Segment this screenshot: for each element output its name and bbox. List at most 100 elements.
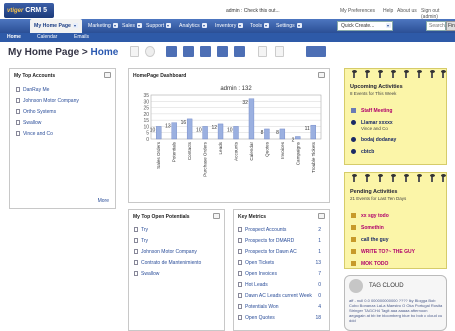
back-icon[interactable] — [130, 46, 139, 57]
tab-label: Settings — [276, 23, 295, 29]
quick-create-select[interactable]: Quick Create... — [337, 21, 393, 31]
metric-value: 2 — [318, 227, 321, 233]
chat-icon[interactable] — [234, 46, 245, 57]
import-icon[interactable] — [258, 46, 267, 57]
calculator-icon[interactable] — [200, 46, 211, 57]
document-icon — [134, 227, 138, 233]
metric-row[interactable]: Hot Leads — [238, 282, 268, 288]
panel-subtitle: 21 Events for Last Ten Days — [350, 196, 407, 201]
help-link[interactable]: Help — [383, 8, 393, 14]
event-title[interactable]: cbtcb — [361, 149, 374, 155]
panel-options-icon[interactable] — [318, 72, 325, 78]
metric-label: Dawn AC Leads current Week — [245, 293, 312, 299]
search-input[interactable]: Search... — [426, 21, 449, 31]
panel-options-icon[interactable] — [318, 213, 325, 219]
my-preferences-link[interactable]: My Preferences — [340, 8, 375, 14]
task-title[interactable]: xx sgy todo — [361, 213, 389, 219]
metric-row[interactable]: Open Quotes — [238, 315, 275, 321]
tab-settings[interactable]: Settings — [272, 19, 306, 33]
calendar-icon[interactable] — [166, 46, 177, 57]
mail-icon[interactable] — [217, 46, 228, 57]
list-item[interactable]: Try — [134, 238, 148, 244]
list-item[interactable]: Contrato de Mantenimiento — [134, 260, 201, 266]
document-icon — [16, 131, 20, 137]
tab-analytics[interactable]: Analytics — [175, 19, 211, 33]
item-label: Try — [141, 238, 149, 244]
tab-label: Sales — [122, 23, 135, 29]
sub-nav — [0, 33, 455, 42]
chevron-down-icon[interactable] — [201, 23, 207, 29]
admin-notice[interactable]: admin : Check this out... — [226, 8, 280, 14]
metric-value: 13 — [315, 260, 321, 266]
bar — [264, 128, 270, 140]
vtiger-logo[interactable]: vtiger CRM 5 — [4, 3, 54, 18]
list-item[interactable]: DanRay Me — [16, 87, 49, 93]
title-current[interactable]: Home — [91, 47, 119, 58]
export-icon[interactable] — [275, 46, 284, 57]
list-item[interactable]: Ortho Systems — [16, 109, 56, 115]
clock-icon[interactable] — [183, 46, 194, 57]
subnav-emails[interactable]: Emails — [74, 33, 89, 42]
about-us-link[interactable]: About us — [397, 8, 417, 14]
pushpin-icon — [377, 70, 383, 78]
list-item[interactable]: Vince and Co — [16, 131, 53, 137]
event-title[interactable]: bodaj dodanay — [361, 137, 396, 143]
chevron-down-icon[interactable] — [72, 23, 78, 29]
data-label: 16 — [181, 120, 187, 126]
more-link[interactable]: More — [98, 198, 109, 204]
chevron-down-icon[interactable] — [166, 23, 172, 29]
document-icon — [238, 271, 242, 277]
tab-label: Tools — [250, 23, 263, 29]
tab-label: Marketing — [88, 23, 111, 29]
dashboard-chart-panel: HomePage Dashboard admin : 132 0 5 10 15 20 25… — [128, 68, 330, 203]
tag-cloud-text[interactable]: aff - null 0.0 000000000000 ???? lky Blo… — [349, 298, 445, 323]
item-label: Swallow — [23, 120, 42, 126]
event-icon — [351, 108, 356, 113]
list-item[interactable]: Try — [134, 227, 148, 233]
key-metrics-panel: Key Metrics Prospect Accounts 2 Prospect… — [233, 209, 330, 331]
find-button[interactable]: Find — [446, 21, 455, 31]
metric-row[interactable]: Potentials Won — [238, 304, 279, 310]
metric-row[interactable]: Dawn AC Leads current Week — [238, 293, 312, 299]
subnav-home[interactable]: Home — [7, 33, 21, 42]
list-item[interactable]: Johnson Motor Company — [134, 249, 197, 255]
chevron-down-icon[interactable] — [264, 23, 270, 29]
event-title[interactable]: Staff Meeting — [361, 108, 392, 114]
metric-row[interactable]: Open Invoices — [238, 271, 277, 277]
document-icon — [16, 120, 20, 126]
task-title[interactable]: Somethin — [361, 225, 384, 231]
document-icon — [238, 315, 242, 321]
document-icon — [238, 249, 242, 255]
tab-my-home-page[interactable]: My Home Page — [30, 19, 82, 33]
tab-inventory[interactable]: Inventory — [211, 19, 247, 33]
search-icon[interactable] — [145, 46, 155, 57]
chevron-down-icon[interactable] — [238, 23, 244, 29]
tab-support[interactable]: Support — [142, 19, 175, 33]
data-label: 8 — [261, 130, 264, 136]
panel-options-icon[interactable] — [213, 213, 220, 219]
metric-row[interactable]: Prospects for DMARD — [238, 238, 294, 244]
subnav-calendar[interactable]: Calendar — [37, 33, 57, 42]
tab-marketing[interactable]: Marketing — [84, 19, 122, 33]
metric-row[interactable]: Prospects for Dawn AC — [238, 249, 297, 255]
item-label: Contrato de Mantenimiento — [141, 260, 202, 266]
metric-row[interactable]: Open Tickets — [238, 260, 274, 266]
metric-row[interactable]: Prospect Accounts — [238, 227, 286, 233]
panel-options-icon[interactable] — [104, 72, 111, 78]
layout-icon[interactable] — [306, 46, 326, 57]
metric-label: Hot Leads — [245, 282, 268, 288]
task-title[interactable]: MOK TODO — [361, 261, 388, 267]
task-title[interactable]: call the guy — [361, 237, 389, 243]
list-item[interactable]: Swallow — [134, 271, 159, 277]
x-tick-label: Potentials — [172, 141, 177, 162]
pushpin-icon — [440, 174, 446, 182]
chevron-down-icon[interactable] — [296, 23, 302, 29]
task-icon — [351, 213, 356, 218]
tab-tools[interactable]: Tools — [246, 19, 273, 33]
title-prefix: My Home Page — [8, 47, 80, 58]
task-title[interactable]: WRITE TO?~ THE GUY — [361, 249, 415, 255]
list-item[interactable]: Swallow — [16, 120, 41, 126]
data-label: 2 — [292, 137, 295, 143]
list-item[interactable]: Johnson Motor Company — [16, 98, 79, 104]
tab-label: Analytics — [179, 23, 200, 29]
